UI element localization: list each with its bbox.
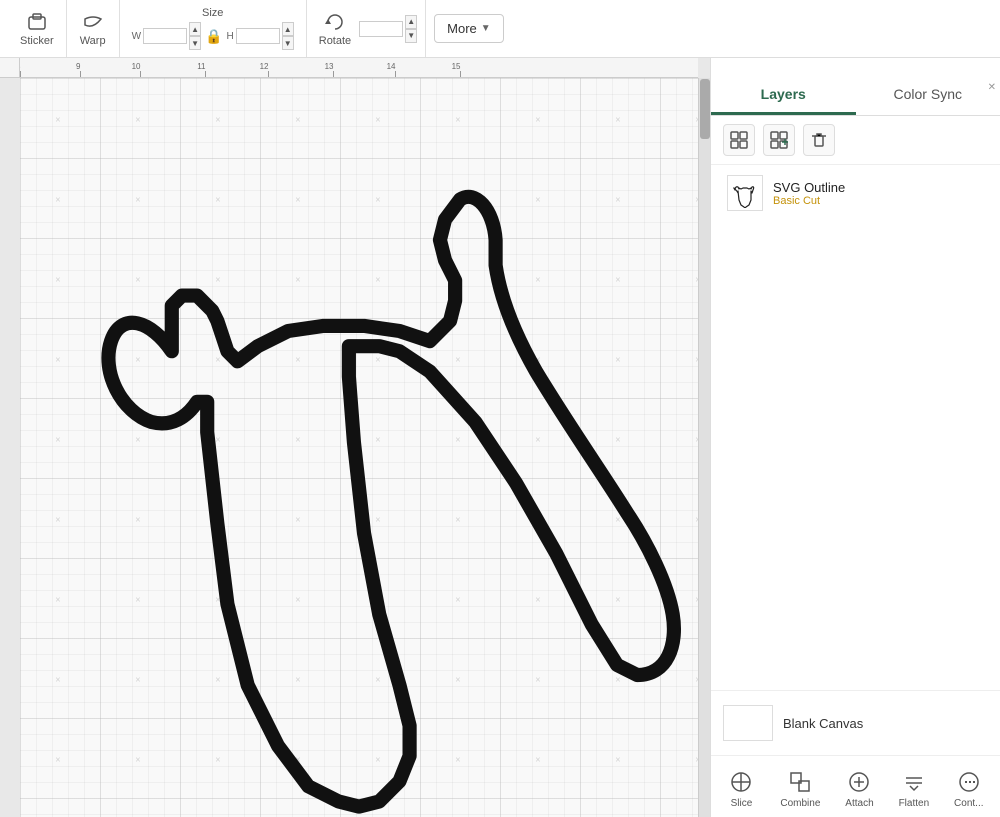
size-h-down[interactable]: ▼ [282,36,294,50]
cont-icon [955,768,983,796]
ruler-tick-8: 8 [20,71,21,77]
tab-layers[interactable]: Layers [711,78,856,115]
main-area: 8 9 10 11 12 13 14 15 [0,58,1000,817]
sticker-icon [26,11,48,33]
panel-add-btn[interactable] [723,124,755,156]
layer-name: SVG Outline [773,180,984,195]
ruler-tick-9: 9 [80,71,81,77]
attach-icon [845,768,873,796]
toolbar-warp-section: Warp [67,0,120,57]
layer-item[interactable]: SVG Outline Basic Cut [711,165,1000,221]
toolbar-sticker-section: Sticker [8,0,67,57]
ruler-corner [0,58,20,78]
panel-spacer [711,221,1000,690]
attach-label: Attach [845,798,873,809]
panel-bottom: Blank Canvas [711,690,1000,755]
flatten-icon [900,768,928,796]
sticker-label: Sticker [20,35,54,47]
ruler-tick-14: 14 [395,71,396,77]
rotate-label: Rotate [319,35,351,47]
rotate-down[interactable]: ▼ [405,29,417,43]
cont-label: Cont... [954,798,983,809]
size-tool: Size W ▲ ▼ 🔒 [128,5,298,52]
rotate-input[interactable] [359,21,403,37]
blank-canvas-label: Blank Canvas [783,716,863,731]
blank-canvas-thumb [723,705,773,741]
warp-icon [82,11,104,33]
warp-label: Warp [80,35,106,47]
panel-actions: Slice Combine Attach Flatten [711,755,1000,817]
sticker-tool[interactable]: Sticker [16,9,58,49]
main-toolbar: Sticker Warp Size W ▲ [0,0,1000,58]
action-flatten[interactable]: Flatten [893,764,936,813]
rotate-up[interactable]: ▲ [405,15,417,29]
rotate-tool: Rotate [315,9,355,49]
toolbar-size-section: Size W ▲ ▼ 🔒 [120,0,307,57]
canvas-area[interactable]: 8 9 10 11 12 13 14 15 [0,58,710,817]
scrollbar-thumb[interactable] [700,79,710,139]
size-h-label: H [227,31,234,42]
warp-tool[interactable]: Warp [75,9,111,49]
size-h-input[interactable] [236,28,280,44]
size-w-input[interactable] [143,28,187,44]
slice-label: Slice [731,798,753,809]
canvas-grid[interactable] [20,78,698,817]
more-button[interactable]: More ▼ [434,14,504,43]
size-w-label: W [132,31,141,42]
action-combine[interactable]: Combine [774,764,826,813]
size-w-down[interactable]: ▼ [189,36,201,50]
action-attach[interactable]: Attach [839,764,879,813]
rotate-icon [324,11,346,33]
ruler-top: 8 9 10 11 12 13 14 15 [20,58,698,78]
slice-icon [727,768,755,796]
ruler-tick-13: 13 [333,71,334,77]
panel-tabs: Layers Color Sync ✕ [711,58,1000,116]
toolbar-rotate-section: Rotate ▲ ▼ [307,0,426,57]
ruler-tick-12: 12 [268,71,269,77]
more-label: More [447,21,477,36]
scrollbar-vertical[interactable] [698,78,710,817]
right-panel: Layers Color Sync ✕ [710,58,1000,817]
combine-label: Combine [780,798,820,809]
panel-duplicate-btn[interactable] [763,124,795,156]
tab-color-sync[interactable]: Color Sync ✕ [856,78,1000,115]
layers-list: SVG Outline Basic Cut [711,165,1000,221]
flatten-label: Flatten [899,798,930,809]
combine-icon [786,768,814,796]
action-slice[interactable]: Slice [721,764,761,813]
color-sync-close[interactable]: ✕ [988,82,996,93]
blank-canvas-item[interactable]: Blank Canvas [723,701,988,745]
panel-add-icon [730,131,748,149]
size-h-up[interactable]: ▲ [282,22,294,36]
panel-duplicate-icon [770,131,788,149]
size-label: Size [202,7,223,19]
panel-toolbar [711,116,1000,165]
panel-delete-icon [810,131,828,149]
lock-icon[interactable]: 🔒 [205,28,222,45]
layer-thumbnail [727,175,763,211]
ruler-tick-10: 10 [140,71,141,77]
rotate-input-group: ▲ ▼ [359,15,417,43]
size-width-group: W ▲ ▼ [132,22,201,50]
layer-info: SVG Outline Basic Cut [773,180,984,207]
size-height-group: H ▲ ▼ [227,22,294,50]
layer-sub: Basic Cut [773,195,984,207]
action-cont[interactable]: Cont... [948,764,989,813]
more-arrow: ▼ [481,23,491,34]
size-w-up[interactable]: ▲ [189,22,201,36]
ruler-tick-15: 15 [460,71,461,77]
layer-thumb-svg [730,178,760,208]
ruler-tick-11: 11 [205,71,206,77]
panel-delete-btn[interactable] [803,124,835,156]
